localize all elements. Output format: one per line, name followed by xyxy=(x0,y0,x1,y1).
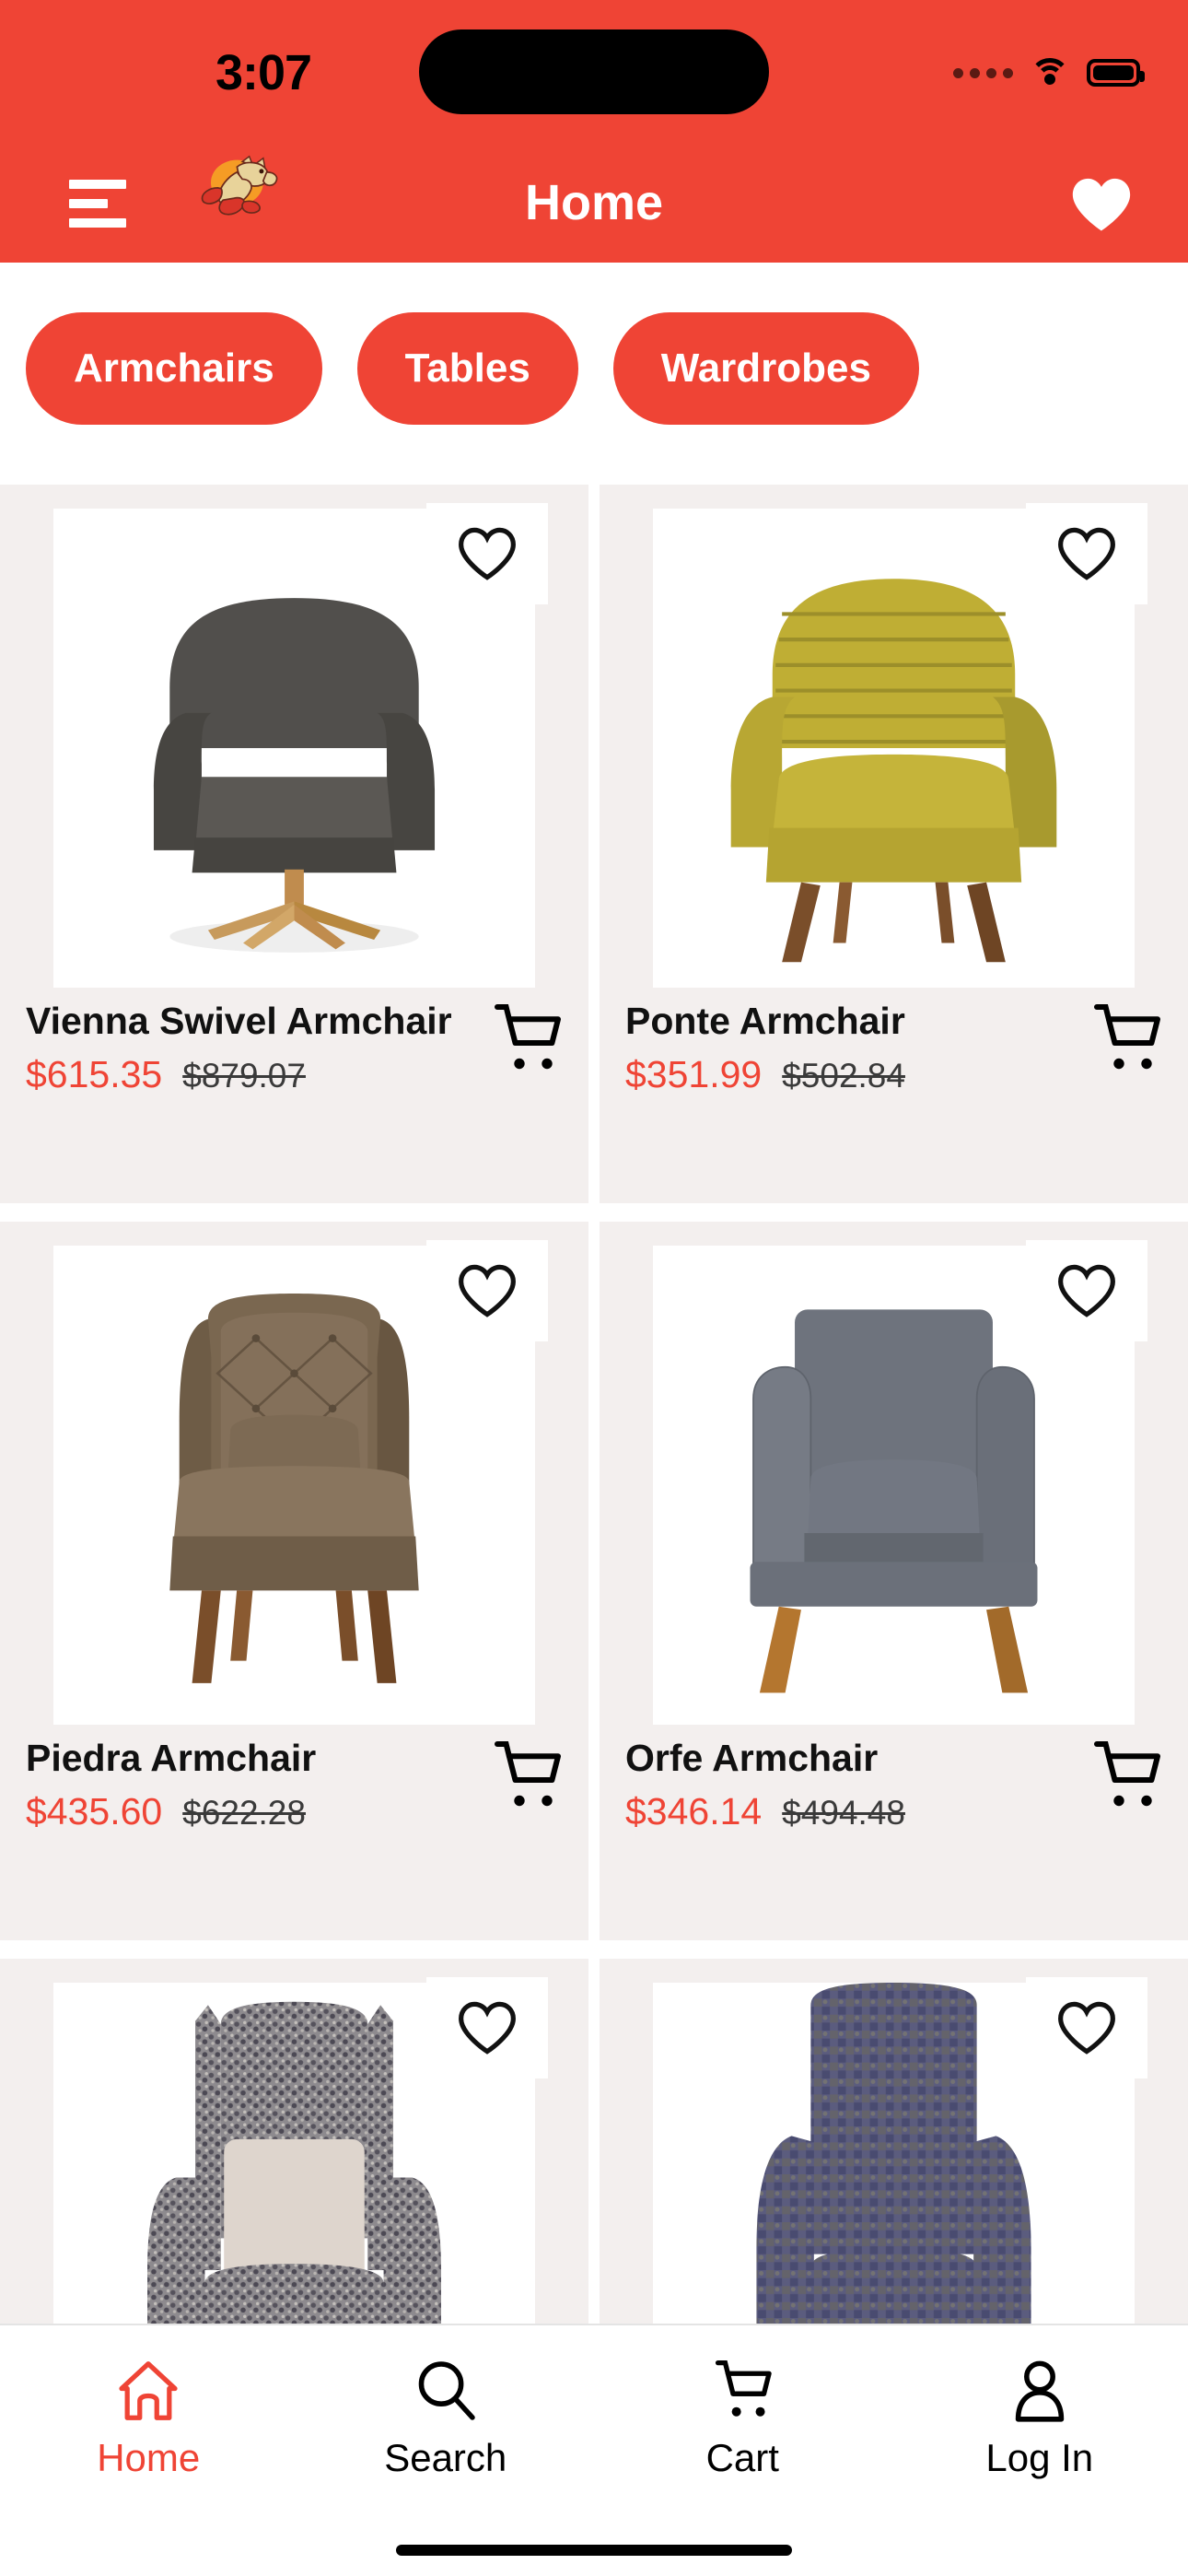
product-card[interactable]: Orfe Armchair $346.14 $494.48 xyxy=(600,1222,1188,1940)
tab-home[interactable]: Home xyxy=(0,2325,297,2576)
product-prices: $346.14 $494.48 xyxy=(625,1790,1166,1833)
dynamic-island xyxy=(419,29,769,114)
product-sale-price: $351.99 xyxy=(625,1053,763,1095)
product-sale-price: $435.60 xyxy=(26,1790,163,1832)
heart-outline-glyph xyxy=(1058,527,1115,580)
cart-icon xyxy=(716,2359,772,2417)
bottom-tab-bar: Home Search Cart Log In xyxy=(0,2324,1188,2576)
status-bar-icons xyxy=(953,52,1145,94)
product-name: Orfe Armchair xyxy=(625,1737,879,1779)
search-icon xyxy=(418,2361,475,2420)
category-chip-wardrobes[interactable]: Wardrobes xyxy=(612,312,919,425)
tab-cart[interactable]: Cart xyxy=(594,2325,891,2576)
product-prices: $351.99 $502.84 xyxy=(625,1053,1166,1096)
heart-filled-glyph xyxy=(1072,178,1131,231)
product-original-price: $502.84 xyxy=(782,1057,905,1095)
heart-filled-icon[interactable] xyxy=(1070,176,1133,233)
product-sale-price: $615.35 xyxy=(26,1053,163,1095)
category-chip-tables[interactable]: Tables xyxy=(356,312,578,425)
tab-label-login: Log In xyxy=(985,2436,1094,2479)
battery-icon xyxy=(1087,59,1145,87)
product-name: Piedra Armchair xyxy=(26,1737,317,1779)
product-card[interactable]: Piedra Armchair $435.60 $622.28 xyxy=(0,1222,588,1940)
add-to-cart-button[interactable] xyxy=(489,1736,566,1813)
user-icon xyxy=(1015,2360,1064,2422)
category-chip-armchairs[interactable]: Armchairs xyxy=(26,312,322,425)
add-to-cart-button[interactable] xyxy=(1089,999,1166,1076)
heart-outline-glyph xyxy=(1058,1264,1115,1317)
heart-outline-glyph xyxy=(1058,2001,1115,2055)
product-card[interactable]: Vienna Swivel Armchair $615.35 $879.07 xyxy=(0,485,588,1203)
category-filter-bar: Armchairs Tables Wardrobes xyxy=(0,304,1188,433)
product-name: Ponte Armchair xyxy=(625,1000,905,1042)
add-to-cart-button[interactable] xyxy=(1089,1736,1166,1813)
heart-outline-glyph xyxy=(459,527,516,580)
add-to-cart-button[interactable] xyxy=(489,999,566,1076)
product-grid: Vienna Swivel Armchair $615.35 $879.07 P… xyxy=(0,485,1188,2324)
app-screen: 3:07 Home Armchairs Tables Wardrobes Vie… xyxy=(0,0,1188,2576)
cellular-signal-icon xyxy=(953,67,1013,78)
app-header: Home xyxy=(0,143,1188,263)
product-info: Vienna Swivel Armchair $615.35 $879.07 xyxy=(26,1002,566,1096)
status-bar-time: 3:07 xyxy=(215,45,312,100)
wifi-icon xyxy=(1030,58,1070,88)
product-sale-price: $346.14 xyxy=(625,1790,763,1832)
product-card[interactable] xyxy=(0,1959,588,2324)
home-indicator xyxy=(396,2545,792,2556)
heart-outline-glyph xyxy=(459,2001,516,2055)
tab-label-home: Home xyxy=(97,2436,201,2479)
heart-outline-glyph xyxy=(459,1264,516,1317)
product-original-price: $879.07 xyxy=(182,1057,306,1095)
tab-label-search: Search xyxy=(384,2436,507,2479)
tab-login[interactable]: Log In xyxy=(891,2325,1188,2576)
camel-mascot-logo xyxy=(201,155,278,216)
product-name: Vienna Swivel Armchair xyxy=(26,1000,452,1042)
tab-label-cart: Cart xyxy=(705,2436,779,2479)
product-info: Piedra Armchair $435.60 $622.28 xyxy=(26,1739,566,1833)
product-info: Orfe Armchair $346.14 $494.48 xyxy=(625,1739,1166,1833)
page-title: Home xyxy=(524,175,664,230)
product-info: Ponte Armchair $351.99 $502.84 xyxy=(625,1002,1166,1096)
product-original-price: $622.28 xyxy=(182,1794,306,1832)
status-bar: 3:07 xyxy=(0,0,1188,143)
product-card[interactable] xyxy=(600,1959,1188,2324)
product-prices: $615.35 $879.07 xyxy=(26,1053,566,1096)
product-prices: $435.60 $622.28 xyxy=(26,1790,566,1833)
home-icon xyxy=(119,2361,178,2420)
product-card[interactable]: Ponte Armchair $351.99 $502.84 xyxy=(600,485,1188,1203)
product-original-price: $494.48 xyxy=(782,1794,905,1832)
tab-search[interactable]: Search xyxy=(297,2325,595,2576)
